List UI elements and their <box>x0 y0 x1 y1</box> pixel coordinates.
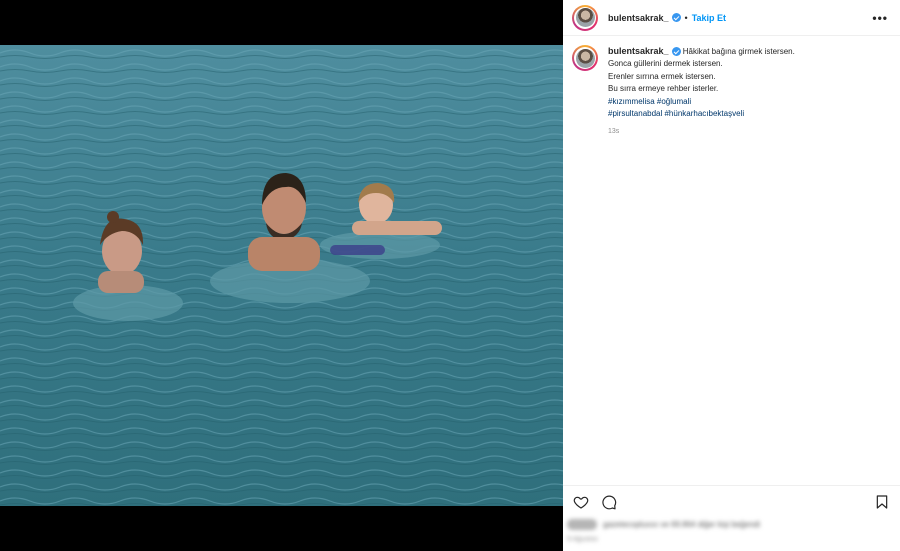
bookmark-icon[interactable] <box>874 494 890 510</box>
caption-username[interactable]: bulentsakrak_ <box>608 46 669 56</box>
follow-button[interactable]: Takip Et <box>692 13 726 23</box>
more-options-icon[interactable]: ••• <box>872 11 888 25</box>
caption-avatar-ring <box>574 47 596 69</box>
heart-icon[interactable] <box>573 494 589 510</box>
post-time: 13s <box>608 128 620 136</box>
caption-first-line: bulentsakrak_ Hâkikat bağına girmek iste… <box>608 45 795 58</box>
avatar[interactable] <box>572 4 598 31</box>
hashtag-link[interactable]: #pirsultanabdal #hünkarhacıbektaşveli <box>608 108 795 120</box>
caption-line: Hâkikat bağına girmek istersen. <box>682 47 795 56</box>
avatar-image <box>575 8 595 27</box>
likes-avatar <box>567 519 597 530</box>
likes-row: gazetecopluxxx ve 69.864 diğer kişi beğe… <box>567 519 760 530</box>
header-separator: • <box>684 12 688 23</box>
post-side-panel: bulentsakrak_ • Takip Et ••• bulentsakra… <box>563 0 900 551</box>
hashtag-link[interactable]: #kızımmelisa #oğlumali <box>608 96 795 108</box>
caption-area: bulentsakrak_ Hâkikat bağına girmek iste… <box>563 36 900 139</box>
header-username[interactable]: bulentsakrak_ <box>608 13 669 23</box>
caption-line: Erenler sırrına ermek istersen. <box>608 71 716 81</box>
post-date: 9 Ağustos <box>567 536 598 543</box>
caption-avatar[interactable] <box>572 45 598 71</box>
post-header: bulentsakrak_ • Takip Et ••• <box>563 0 900 36</box>
caption-text: bulentsakrak_ Hâkikat bağına girmek iste… <box>608 45 795 139</box>
sea-photo-image <box>0 45 563 506</box>
verified-badge-icon <box>671 13 681 22</box>
likes-text[interactable]: gazetecopluxxx ve 69.864 diğer kişi beğe… <box>603 520 760 529</box>
action-bar <box>563 485 900 515</box>
comment-icon[interactable] <box>601 494 617 510</box>
media-panel <box>0 0 563 551</box>
post-photo[interactable] <box>0 45 563 506</box>
verified-badge-icon <box>671 47 681 57</box>
caption-line: Bu sırra ermeye rehber isterler. <box>608 84 719 94</box>
caption-line: Gonca güllerini dermek istersen. <box>608 59 723 69</box>
avatar-ring <box>574 6 596 29</box>
caption-avatar-image <box>575 48 595 68</box>
